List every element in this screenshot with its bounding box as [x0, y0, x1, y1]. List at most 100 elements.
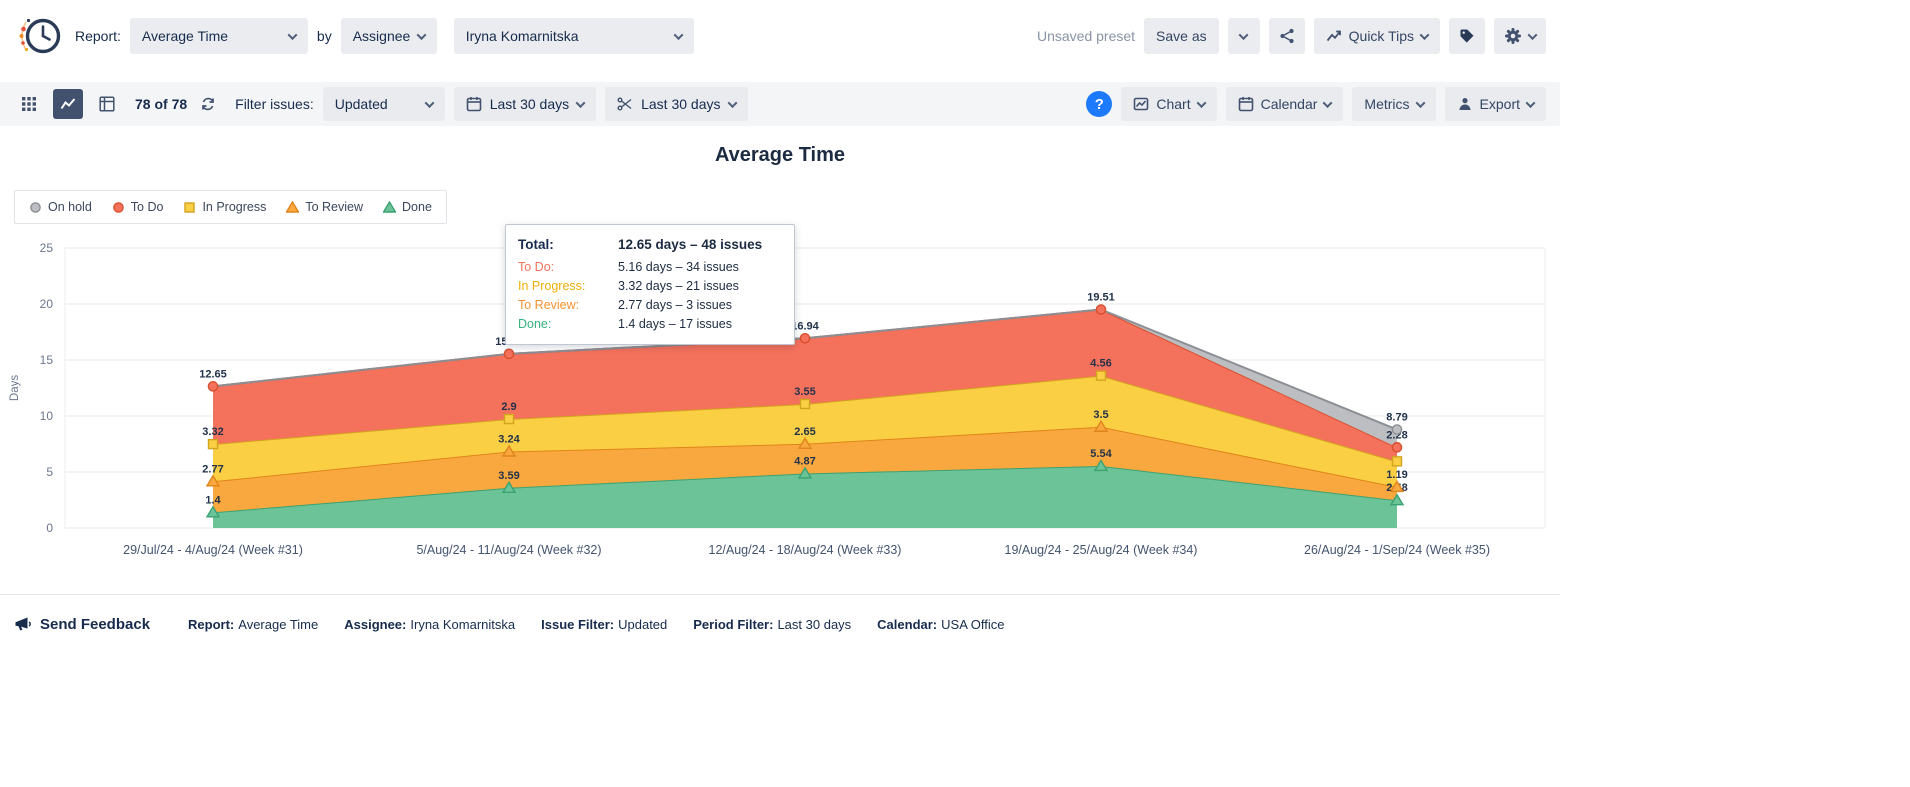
legend-item-done[interactable]: Done	[383, 200, 432, 214]
chevron-down-icon	[1196, 98, 1206, 108]
y-tick-label: 0	[46, 521, 53, 535]
data-label-to-do: 16.94	[791, 320, 819, 332]
footer-item-issue-filter-: Issue Filter: Updated	[541, 617, 667, 632]
metrics-button[interactable]: Metrics	[1352, 87, 1435, 121]
data-label-to-review: 2.65	[794, 426, 815, 438]
chevron-down-icon	[576, 98, 586, 108]
work-period-select[interactable]: Last 30 days	[605, 87, 747, 121]
point-to-do[interactable]	[1096, 305, 1105, 314]
save-options-button[interactable]	[1228, 18, 1260, 54]
footer-item-value: USA Office	[941, 617, 1004, 632]
line-chart-icon	[60, 96, 76, 112]
data-label-in-progress: 2.9	[501, 401, 516, 413]
footer-item-label: Issue Filter:	[541, 617, 614, 632]
chart-title: Average Time	[0, 144, 1560, 167]
tooltip-row-label: Done:	[518, 315, 618, 334]
footer-item-value: Updated	[618, 617, 667, 632]
point-to-do[interactable]	[208, 382, 217, 391]
help-button[interactable]: ?	[1086, 91, 1112, 117]
chart-tooltip: Total: 12.65 days – 48 issues To Do:5.16…	[505, 224, 795, 345]
chart-section: Average Time On hold To Do In Progress To R…	[0, 126, 1560, 594]
data-label-to-review: 1.19	[1386, 469, 1407, 481]
footer-item-label: Report:	[188, 617, 234, 632]
chart-type-button[interactable]: Chart	[1121, 87, 1216, 121]
point-in-progress[interactable]	[801, 400, 810, 409]
work-period-value: Last 30 days	[641, 96, 720, 112]
legend-label: On hold	[48, 200, 92, 214]
assignee-select[interactable]: Iryna Komarnitska	[454, 18, 694, 54]
calendar-icon	[466, 96, 482, 112]
footer-item-value: Last 30 days	[777, 617, 851, 632]
metrics-button-label: Metrics	[1364, 96, 1409, 112]
chart-legend: On hold To Do In Progress To Review Done	[14, 190, 447, 224]
legend-item-to-do[interactable]: To Do	[112, 200, 164, 214]
report-type-select[interactable]: Average Time	[130, 18, 308, 54]
chevron-down-icon	[287, 30, 297, 40]
chevron-down-icon	[1420, 30, 1430, 40]
chevron-down-icon	[673, 30, 683, 40]
tag-icon	[1459, 28, 1475, 44]
point-to-do[interactable]	[800, 334, 809, 343]
export-button[interactable]: Export	[1445, 87, 1546, 121]
tooltip-row-label: In Progress:	[518, 277, 618, 296]
settings-button[interactable]	[1494, 18, 1546, 54]
scissors-icon	[617, 96, 633, 112]
calendar-icon	[1238, 96, 1254, 112]
send-feedback-button[interactable]: Send Feedback	[14, 615, 150, 633]
calendar-button[interactable]: Calendar	[1226, 87, 1344, 121]
pivot-view-button[interactable]	[92, 89, 122, 119]
data-label-to-review: 3.5	[1093, 409, 1108, 421]
tooltip-total-row: Total: 12.65 days – 48 issues	[518, 234, 782, 256]
legend-item-in-progress[interactable]: In Progress	[183, 200, 266, 214]
app-logo-icon	[14, 10, 66, 62]
grid-icon	[21, 96, 37, 112]
tooltip-rows: To Do:5.16 days – 34 issuesIn Progress:3…	[518, 258, 782, 334]
footer-item-report-: Report: Average Time	[188, 617, 318, 632]
share-button[interactable]	[1269, 18, 1305, 54]
chevron-down-icon	[727, 98, 737, 108]
refresh-icon	[200, 96, 216, 112]
header-bar: Report: Average Time by Assignee Iryna K…	[0, 0, 1560, 72]
send-feedback-label: Send Feedback	[40, 616, 150, 633]
period-filter-select[interactable]: Last 30 days	[454, 87, 596, 121]
chevron-down-icon	[424, 98, 434, 108]
quick-tips-button[interactable]: Quick Tips	[1314, 18, 1440, 54]
footer-item-value: Average Time	[238, 617, 318, 632]
trend-icon	[1326, 28, 1342, 44]
point-to-do[interactable]	[504, 349, 513, 358]
label-button[interactable]	[1449, 18, 1485, 54]
point-in-progress[interactable]	[1393, 457, 1402, 466]
issue-filter-select[interactable]: Updated	[323, 87, 445, 121]
chart-view-button[interactable]	[53, 89, 83, 119]
refresh-button[interactable]	[196, 89, 220, 119]
report-label: Report:	[75, 28, 121, 44]
data-label-in-progress: 3.32	[202, 426, 223, 438]
chevron-down-icon	[1239, 30, 1249, 40]
tooltip-row-value: 5.16 days – 34 issues	[618, 258, 739, 277]
legend-item-on-hold[interactable]: On hold	[29, 200, 92, 214]
save-as-button[interactable]: Save as	[1144, 18, 1219, 54]
footer-summary: Report:Average TimeAssignee:Iryna Komarn…	[188, 617, 1004, 632]
data-label-in-progress: 4.56	[1090, 358, 1111, 370]
point-to-do[interactable]	[1392, 443, 1401, 452]
point-in-progress[interactable]	[209, 440, 218, 449]
point-in-progress[interactable]	[1097, 371, 1106, 380]
point-on-hold[interactable]	[1392, 425, 1401, 434]
x-tick-label: 29/Jul/24 - 4/Aug/24 (Week #31)	[123, 543, 303, 557]
point-in-progress[interactable]	[505, 415, 514, 424]
triangle-marker-icon	[286, 201, 299, 214]
data-label-to-do: 12.65	[199, 368, 227, 380]
chart-frame-icon	[1133, 96, 1149, 112]
y-tick-label: 10	[40, 409, 54, 423]
legend-item-to-review[interactable]: To Review	[286, 200, 363, 214]
group-by-select[interactable]: Assignee	[341, 18, 437, 54]
period-filter-value: Last 30 days	[490, 96, 569, 112]
chevron-down-icon	[1526, 98, 1536, 108]
footer-item-calendar-: Calendar:USA Office	[877, 617, 1004, 632]
export-icon	[1457, 96, 1473, 112]
data-label-done: 3.59	[498, 470, 519, 482]
data-label-to-review: 3.24	[498, 434, 520, 446]
grid-view-button[interactable]	[14, 89, 44, 119]
data-label-done: 4.87	[794, 455, 815, 467]
export-button-label: Export	[1480, 96, 1520, 112]
